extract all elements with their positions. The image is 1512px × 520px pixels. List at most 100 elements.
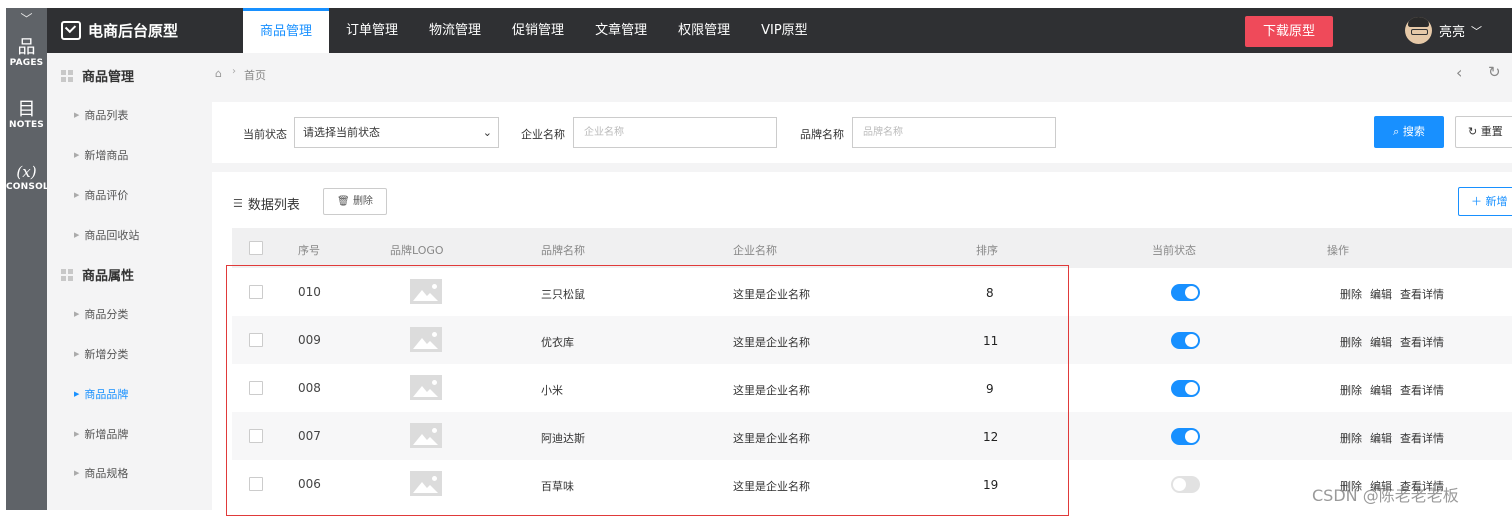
tab-product[interactable]: 商品管理	[243, 8, 330, 53]
brand[interactable]: 电商后台原型	[61, 8, 178, 53]
status-toggle[interactable]	[1171, 476, 1200, 493]
row-edit-link[interactable]: 编辑	[1370, 432, 1392, 445]
caret-right-icon: ▶	[74, 111, 80, 119]
sidebar-item-add-product[interactable]: ▶ 新增商品	[74, 147, 128, 163]
delete-button[interactable]: 🗑 删除	[323, 188, 387, 215]
status-toggle[interactable]	[1171, 284, 1200, 301]
column-header[interactable]: 操作	[1327, 242, 1349, 258]
search-panel: 当前状态 请选择当前状态 ⌄ 企业名称 企业名称 品牌名称 品牌名称 ⌕ 搜索 …	[212, 102, 1512, 163]
image-placeholder-icon	[410, 423, 442, 448]
rail-notes-label: NOTES	[9, 120, 44, 130]
row-edit-link[interactable]: 编辑	[1370, 336, 1392, 349]
select-all-checkbox[interactable]	[249, 241, 263, 255]
download-button[interactable]: 下载原型	[1245, 16, 1333, 47]
row-delete-link[interactable]: 删除	[1340, 432, 1362, 445]
sidebar-item-product-reviews[interactable]: ▶ 商品评价	[74, 187, 128, 203]
row-checkbox[interactable]	[249, 285, 263, 299]
sidebar-group-label: 商品管理	[82, 70, 135, 85]
status-select[interactable]: 请选择当前状态 ⌄	[294, 117, 499, 148]
sidebar-item-add-category[interactable]: ▶ 新增分类	[74, 346, 128, 362]
chevron-down-icon[interactable]: ﹀	[6, 10, 47, 27]
tab-article[interactable]: 文章管理	[581, 8, 661, 53]
reset-button-label: 重置	[1480, 125, 1503, 138]
column-header[interactable]: 序号	[298, 242, 320, 258]
row-delete-link[interactable]: 删除	[1340, 384, 1362, 397]
row-company: 这里是企业名称	[733, 480, 810, 493]
column-header[interactable]: 排序	[976, 242, 998, 258]
status-toggle[interactable]	[1171, 332, 1200, 349]
plus-icon: ＋	[1471, 195, 1482, 208]
row-checkbox[interactable]	[249, 429, 263, 443]
status-toggle[interactable]	[1171, 380, 1200, 397]
tab-vip[interactable]: VIP原型	[747, 8, 822, 53]
row-id: 009	[298, 333, 321, 347]
sidebar-group-product[interactable]: 商品管理	[61, 66, 134, 85]
chevron-down-icon: ﹀	[1471, 24, 1483, 38]
sidebar-item-product-list[interactable]: ▶ 商品列表	[74, 107, 128, 123]
chevron-left-icon[interactable]: ‹	[1456, 63, 1462, 82]
tab-permission[interactable]: 权限管理	[664, 8, 744, 53]
row-view-link[interactable]: 查看详情	[1400, 336, 1444, 349]
caret-right-icon: ▶	[74, 231, 80, 239]
row-checkbox[interactable]	[249, 333, 263, 347]
tab-promotion[interactable]: 促销管理	[498, 8, 578, 53]
tab-logistics[interactable]: 物流管理	[415, 8, 495, 53]
chevron-down-icon: ⌄	[482, 126, 492, 139]
column-header[interactable]: 企业名称	[733, 242, 777, 258]
sidebar-group-attributes[interactable]: 商品属性	[61, 265, 134, 284]
sitemap-icon: 品	[17, 37, 36, 58]
company-input[interactable]: 企业名称	[573, 117, 777, 148]
sidebar-item-recycle-bin[interactable]: ▶ 商品回收站	[74, 227, 139, 243]
sidebar-item-label: 商品回收站	[84, 229, 140, 242]
rail-pages[interactable]: 品 PAGES	[6, 37, 47, 69]
row-view-link[interactable]: 查看详情	[1400, 288, 1444, 301]
rail-console[interactable]: (x) CONSOL	[6, 162, 49, 192]
brand-input[interactable]: 品牌名称	[852, 117, 1056, 148]
table-header: 序号 品牌LOGO 品牌名称 企业名称 排序 当前状态 操作	[232, 228, 1512, 268]
add-button[interactable]: ＋ 新增	[1458, 187, 1512, 216]
row-checkbox[interactable]	[249, 381, 263, 395]
sidebar-item-add-brand[interactable]: ▶ 新增品牌	[74, 426, 128, 442]
user-menu[interactable]: 亮亮 ﹀	[1405, 8, 1482, 53]
row-id: 006	[298, 477, 321, 491]
sidebar-item-category[interactable]: ▶ 商品分类	[74, 306, 128, 322]
trash-icon: 🗑	[337, 196, 350, 207]
row-view-link[interactable]: 查看详情	[1400, 384, 1444, 397]
column-header[interactable]: 品牌LOGO	[390, 242, 444, 258]
caret-right-icon: ▶	[74, 430, 80, 438]
sidebar-item-spec[interactable]: ▶ 商品规格	[74, 465, 128, 481]
row-edit-link[interactable]: 编辑	[1370, 384, 1392, 397]
row-view-link[interactable]: 查看详情	[1400, 432, 1444, 445]
delete-button-label: 删除	[352, 196, 373, 207]
search-button[interactable]: ⌕ 搜索	[1374, 116, 1444, 148]
breadcrumb-home[interactable]: 首页	[244, 67, 266, 83]
sidebar-item-label: 商品列表	[84, 109, 129, 122]
chevron-right-icon: ›	[232, 66, 236, 77]
row-delete-link[interactable]: 删除	[1340, 336, 1362, 349]
left-rail: ﹀ 品 PAGES 目 NOTES (x) CONSOL	[6, 8, 49, 510]
home-icon[interactable]: ⌂	[215, 67, 222, 80]
refresh-icon[interactable]: ↻	[1488, 63, 1501, 81]
row-edit-link[interactable]: 编辑	[1370, 288, 1392, 301]
status-select-value: 请选择当前状态	[303, 126, 380, 139]
column-header[interactable]: 品牌名称	[541, 242, 585, 258]
rail-notes[interactable]: 目 NOTES	[6, 100, 47, 131]
add-button-label: 新增	[1485, 195, 1508, 208]
list-title: ☰ 数据列表	[233, 194, 300, 213]
search-icon: ⌕	[1393, 125, 1400, 138]
row-company: 这里是企业名称	[733, 432, 810, 445]
company-label: 企业名称	[521, 128, 565, 141]
table-row: 009 优衣库 这里是企业名称 11 删除 编辑 查看详情	[232, 316, 1512, 364]
tab-order[interactable]: 订单管理	[332, 8, 412, 53]
reset-button[interactable]: ↻ 重置	[1455, 116, 1512, 148]
sidebar-item-label: 新增分类	[84, 348, 129, 361]
sidebar-item-brand[interactable]: ▶ 商品品牌	[74, 386, 128, 402]
status-toggle[interactable]	[1171, 428, 1200, 445]
row-sort: 8	[986, 286, 994, 300]
row-checkbox[interactable]	[249, 477, 263, 491]
row-actions: 删除 编辑 查看详情	[1340, 382, 1452, 398]
row-delete-link[interactable]: 删除	[1340, 288, 1362, 301]
user-name: 亮亮	[1439, 25, 1466, 40]
top-header: 电商后台原型 商品管理 订单管理 物流管理 促销管理 文章管理 权限管理 VIP…	[47, 8, 1512, 53]
column-header[interactable]: 当前状态	[1152, 242, 1196, 258]
